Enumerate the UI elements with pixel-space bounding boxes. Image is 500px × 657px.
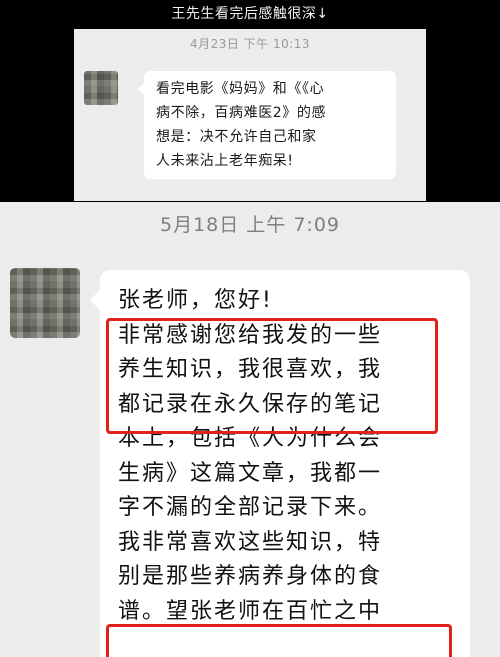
chat-screenshot-main: 5月18日 上午 7:09 张老师，您好! 非常感谢您给我发的一些 养生知识，我…	[0, 202, 500, 657]
highlight-box-upper	[106, 318, 438, 434]
composite-screenshot: 王先生看完后感触很深↓ 4月23日 下午 10:13 看完电影《妈妈》和《《心 …	[0, 0, 500, 657]
message-bubble[interactable]: 看完电影《妈妈》和《《心 病不除，百病难医2》的感 想是：决不允许自己和家 人未…	[138, 71, 396, 179]
chat-screenshot-top: 4月23日 下午 10:13 看完电影《妈妈》和《《心 病不除，百病难医2》的感…	[74, 29, 426, 201]
highlight-box-lower	[106, 624, 452, 657]
message-line: 人未来沾上老年痴呆!	[156, 153, 294, 169]
message-line: 生病》这篇文章，我都一	[118, 460, 383, 486]
message-line: 看完电影《妈妈》和《《心	[156, 81, 325, 97]
message-line: 病不除，百病难医2》的感	[156, 105, 327, 121]
message-line: 张老师，您好!	[118, 288, 273, 313]
avatar[interactable]	[84, 71, 118, 105]
message-line: 我非常喜欢这些知识，特	[118, 529, 383, 555]
chat-timestamp: 5月18日 上午 7:09	[159, 214, 340, 236]
avatar[interactable]	[10, 268, 80, 338]
message-line: 别是那些养病养身体的食	[118, 564, 383, 589]
message-line: 字不漏的全部记录下来。	[118, 495, 383, 520]
message-line: 想是：决不允许自己和家	[156, 129, 317, 145]
caption: 王先生看完后感触很深↓	[171, 6, 329, 22]
chat-timestamp: 4月23日 下午 10:13	[189, 37, 311, 51]
